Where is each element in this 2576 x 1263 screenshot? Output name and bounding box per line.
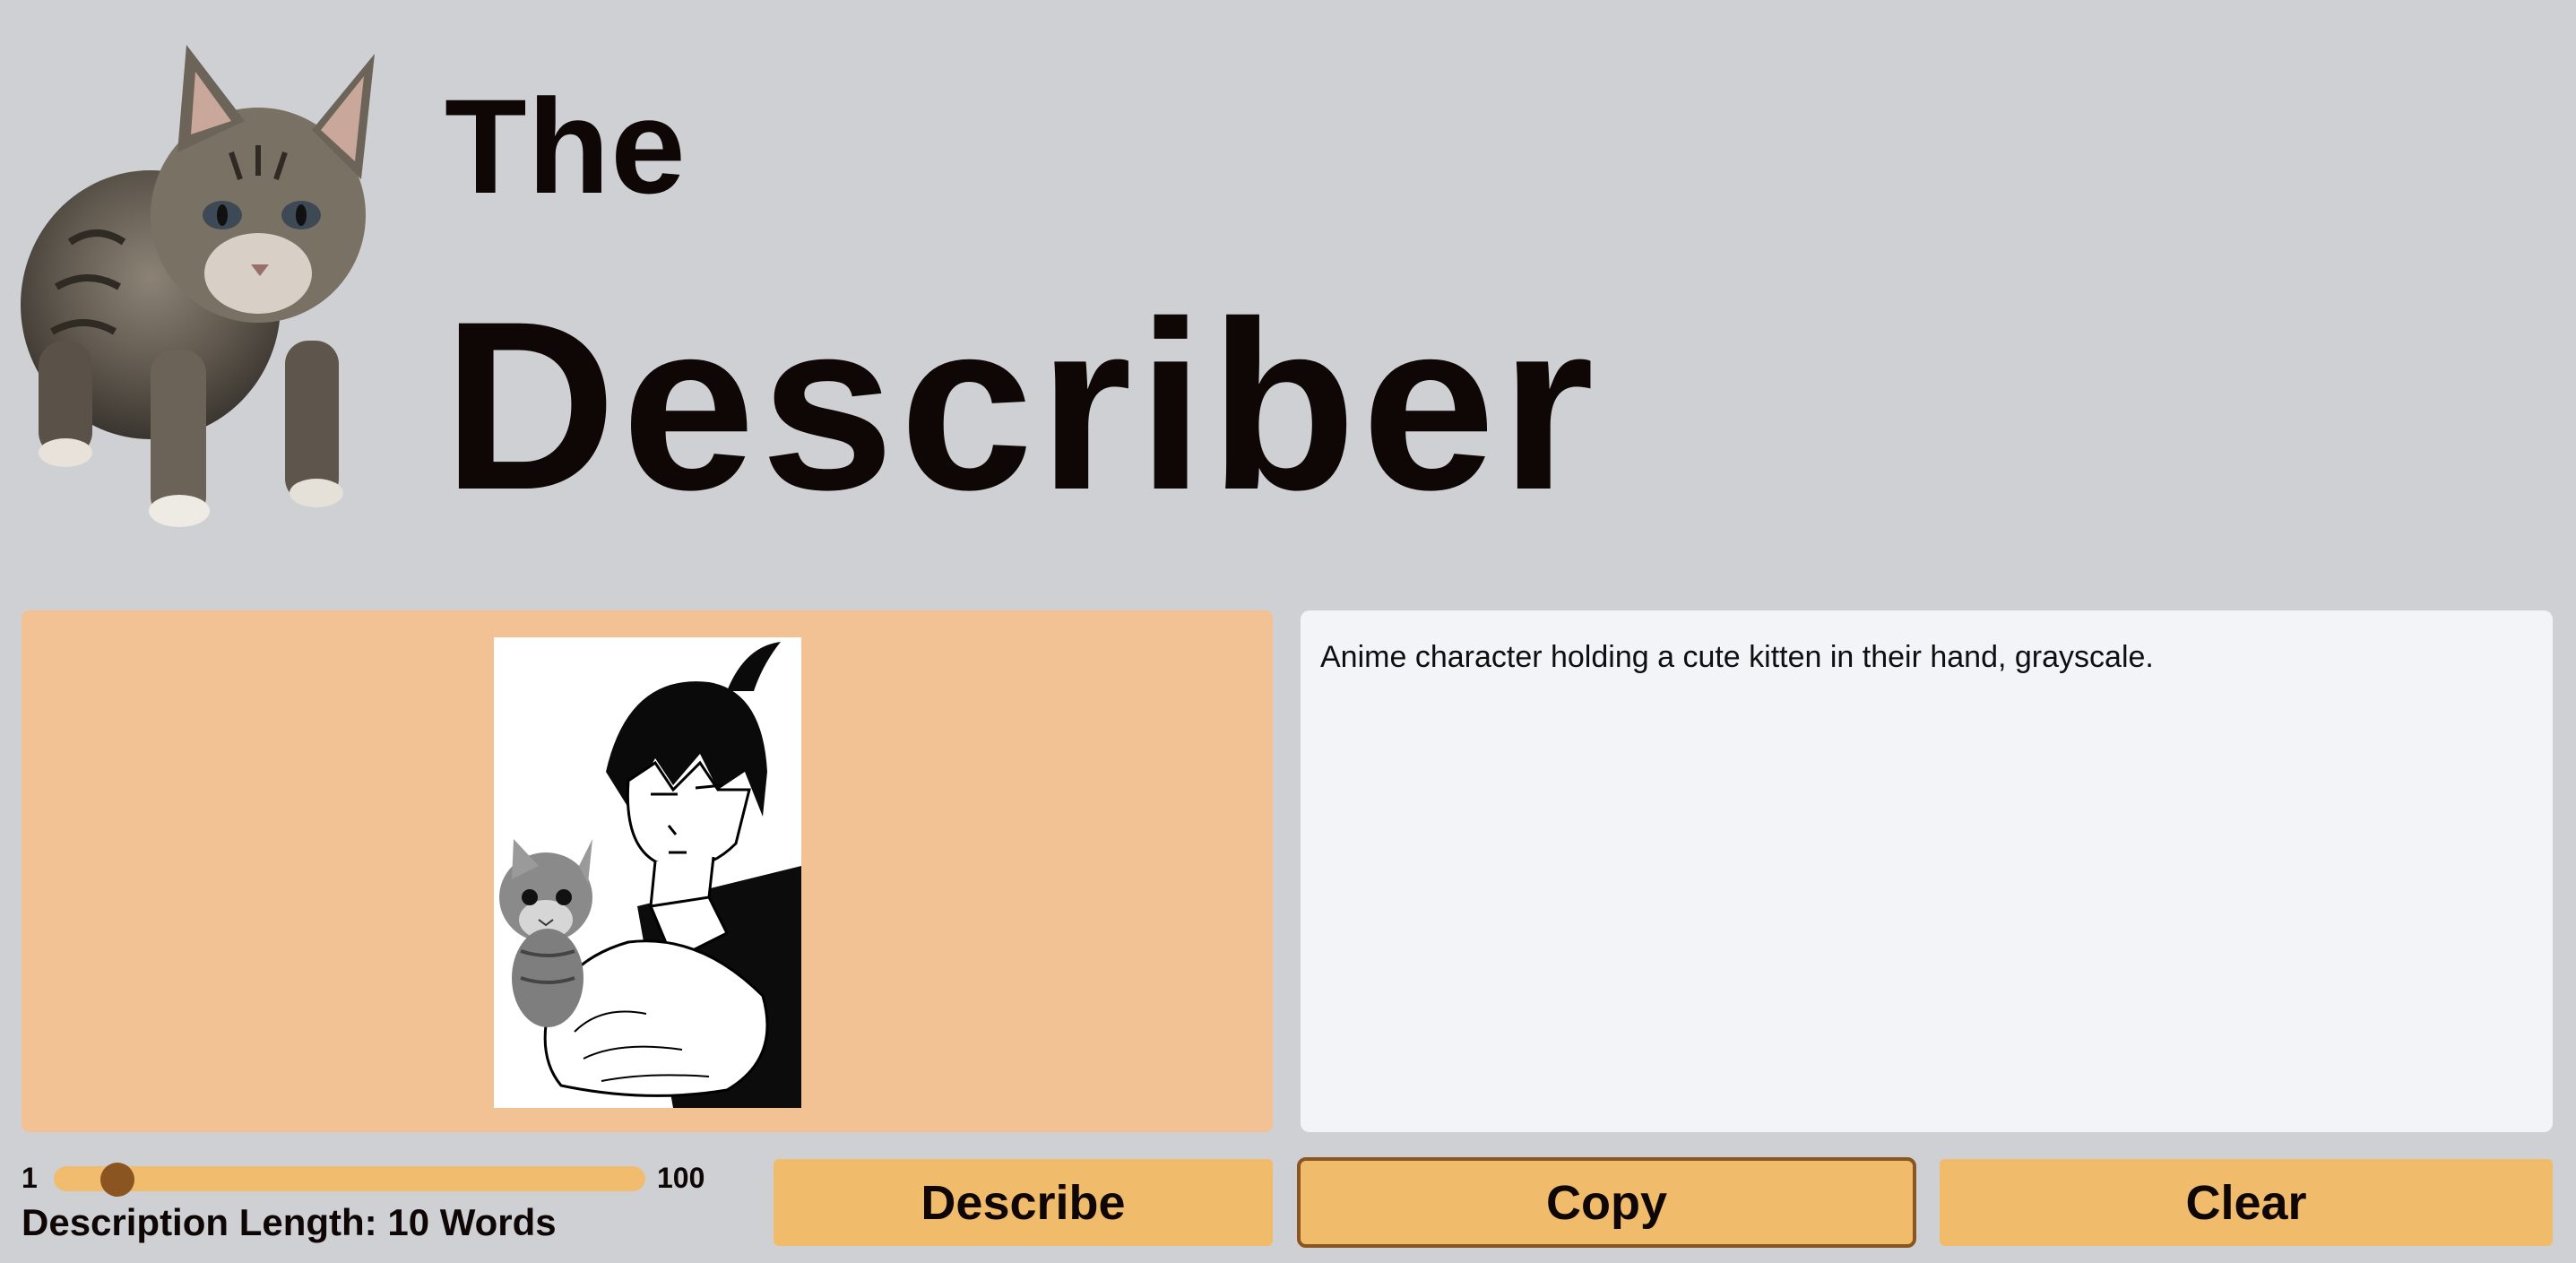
description-text: Anime character holding a cute kitten in… (1320, 640, 2154, 674)
anime-kitten-image-icon (494, 637, 801, 1108)
cat-logo-icon (21, 45, 375, 527)
copy-button[interactable]: Copy (1297, 1157, 1916, 1248)
length-slider-thumb[interactable] (100, 1163, 135, 1197)
clear-button[interactable]: Clear (1940, 1159, 2553, 1246)
describe-button[interactable]: Describe (774, 1159, 1273, 1246)
slider-max-label: 100 (657, 1162, 705, 1194)
length-slider-track[interactable] (54, 1166, 645, 1191)
description-output[interactable]: Anime character holding a cute kitten in… (1301, 610, 2553, 1132)
slider-min-label: 1 (22, 1162, 38, 1194)
uploaded-image (494, 637, 801, 1108)
page-title: Describer (443, 271, 1600, 540)
app-page: The Describer Anime character holding a … (0, 0, 2576, 1263)
title-line-1: The (445, 71, 687, 221)
description-length-label: Description Length: 10 Words (22, 1201, 557, 1243)
image-upload-panel[interactable] (22, 610, 1273, 1132)
